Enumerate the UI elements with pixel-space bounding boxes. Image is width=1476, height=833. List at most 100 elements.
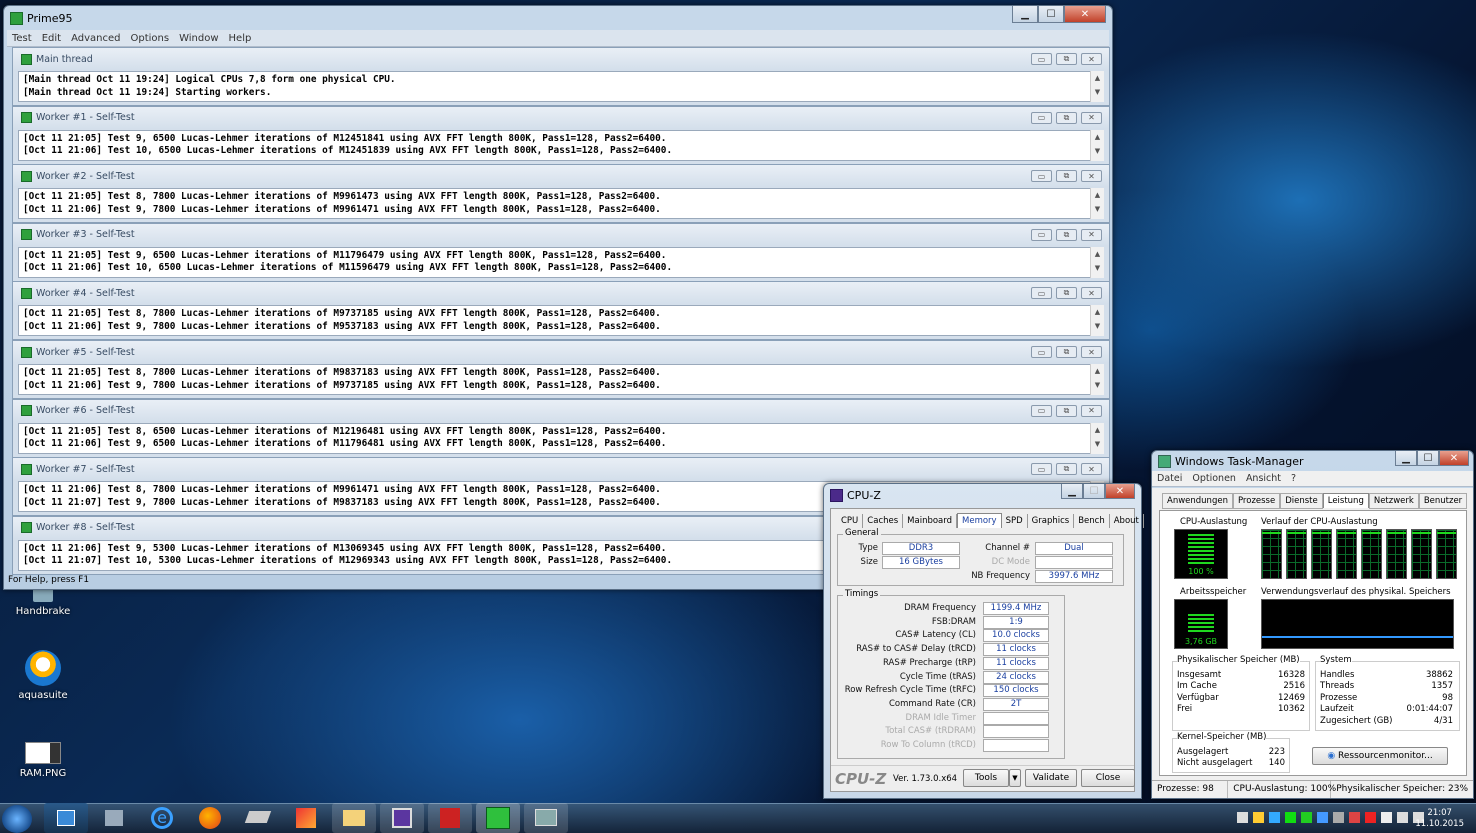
menu-ansicht[interactable]: Ansicht bbox=[1241, 473, 1286, 484]
tab-leistung[interactable]: Leistung bbox=[1322, 493, 1369, 508]
log-text[interactable]: [Oct 11 21:05] Test 8, 7800 Lucas-Lehmer… bbox=[18, 305, 1104, 337]
menu-help[interactable]: Help bbox=[224, 33, 257, 44]
log-text[interactable]: [Oct 11 21:05] Test 9, 6500 Lucas-Lehmer… bbox=[18, 129, 1104, 161]
menu-help[interactable]: ? bbox=[1286, 473, 1301, 484]
tray-icon[interactable] bbox=[1301, 812, 1312, 823]
scroll-down-icon[interactable]: ▼ bbox=[1091, 261, 1104, 275]
close-button[interactable]: ✕ bbox=[1081, 287, 1102, 300]
minimize-button[interactable]: ▁ bbox=[1395, 451, 1417, 466]
minimize-button[interactable]: ▭ bbox=[1031, 228, 1052, 241]
menu-window[interactable]: Window bbox=[174, 33, 223, 44]
scrollbar[interactable]: ▲▼ bbox=[1090, 188, 1104, 220]
scroll-up-icon[interactable]: ▲ bbox=[1091, 364, 1104, 378]
tab-memory[interactable]: Memory bbox=[957, 513, 1002, 528]
pane-titlebar[interactable]: Worker #1 - Self-Test bbox=[13, 106, 1109, 129]
tab-bench[interactable]: Bench bbox=[1074, 514, 1110, 528]
scrollbar[interactable]: ▲▼ bbox=[1090, 305, 1104, 337]
worker-pane[interactable]: Worker #6 - Self-Test ▭ ⧉ ✕ [Oct 11 21:05] T… bbox=[12, 398, 1110, 458]
restore-button[interactable]: ⧉ bbox=[1056, 170, 1077, 183]
worker-pane[interactable]: Worker #3 - Self-Test ▭ ⧉ ✕ [Oct 11 21:05] T… bbox=[12, 222, 1110, 282]
taskbar-app2-button[interactable] bbox=[284, 803, 328, 833]
restore-button[interactable]: ⧉ bbox=[1056, 53, 1077, 65]
menu-advanced[interactable]: Advanced bbox=[66, 33, 125, 44]
log-text[interactable]: [Oct 11 21:05] Test 8, 6500 Lucas-Lehmer… bbox=[18, 422, 1104, 454]
volume-icon[interactable] bbox=[1397, 812, 1408, 823]
close-button[interactable]: ✕ bbox=[1064, 6, 1106, 23]
scrollbar[interactable]: ▲▼ bbox=[1090, 71, 1104, 102]
restore-button[interactable]: ⧉ bbox=[1056, 346, 1077, 358]
flag-icon[interactable] bbox=[1381, 812, 1392, 823]
scroll-down-icon[interactable]: ▼ bbox=[1091, 202, 1104, 216]
start-button[interactable] bbox=[2, 805, 32, 833]
prime95-titlebar[interactable]: Prime95 bbox=[4, 6, 1112, 30]
main-thread-pane[interactable]: Main thread ▭ ⧉ ✕ [Main thread Oct 11 19:24]… bbox=[12, 47, 1110, 106]
tray-icon[interactable] bbox=[1237, 812, 1248, 823]
scrollbar[interactable]: ▲▼ bbox=[1090, 129, 1104, 161]
pane-titlebar[interactable]: Worker #6 - Self-Test bbox=[13, 399, 1109, 422]
close-button[interactable]: ✕ bbox=[1439, 451, 1469, 466]
desktop-icon-handbrake[interactable]: Handbrake bbox=[8, 588, 78, 617]
menu-datei[interactable]: Datei bbox=[1152, 473, 1187, 484]
minimize-button[interactable]: ▭ bbox=[1031, 170, 1052, 183]
scroll-up-icon[interactable]: ▲ bbox=[1091, 71, 1104, 85]
close-button[interactable]: ✕ bbox=[1081, 170, 1102, 183]
tray-icon[interactable] bbox=[1269, 812, 1280, 823]
tab-dienste[interactable]: Dienste bbox=[1280, 493, 1323, 509]
minimize-button[interactable]: ▭ bbox=[1031, 463, 1052, 476]
pane-titlebar[interactable]: Main thread bbox=[13, 48, 1109, 70]
minimize-button[interactable]: ▁ bbox=[1061, 484, 1083, 499]
tray-icon[interactable] bbox=[1317, 812, 1328, 823]
maximize-button[interactable]: ☐ bbox=[1417, 451, 1439, 466]
worker-pane[interactable]: Worker #1 - Self-Test ▭ ⧉ ✕ [Oct 11 21:05] T… bbox=[12, 105, 1110, 165]
log-text[interactable]: [Oct 11 21:05] Test 9, 6500 Lucas-Lehmer… bbox=[18, 246, 1104, 278]
tab-cpu[interactable]: CPU bbox=[837, 514, 864, 528]
tray-icon[interactable] bbox=[1349, 812, 1360, 823]
menu-options[interactable]: Options bbox=[125, 33, 174, 44]
scrollbar[interactable]: ▲▼ bbox=[1090, 246, 1104, 278]
tab-anwendungen[interactable]: Anwendungen bbox=[1162, 493, 1233, 509]
menu-test[interactable]: Test bbox=[7, 33, 37, 44]
maximize-button[interactable]: ☐ bbox=[1038, 6, 1064, 23]
scroll-up-icon[interactable]: ▲ bbox=[1091, 247, 1104, 261]
log-text[interactable]: [Oct 11 21:05] Test 8, 7800 Lucas-Lehmer… bbox=[18, 364, 1104, 395]
minimize-button[interactable]: ▭ bbox=[1031, 404, 1052, 417]
pane-titlebar[interactable]: Worker #5 - Self-Test bbox=[13, 341, 1109, 363]
desktop-icon-ram-png[interactable]: RAM.PNG bbox=[8, 742, 78, 779]
tab-graphics[interactable]: Graphics bbox=[1028, 514, 1075, 528]
tools-dropdown-button[interactable]: ▼ bbox=[1009, 769, 1021, 787]
tray-icon[interactable] bbox=[1285, 812, 1296, 823]
minimize-button[interactable]: ▁ bbox=[1012, 6, 1038, 23]
restore-button[interactable]: ⧉ bbox=[1056, 111, 1077, 124]
close-button[interactable]: ✕ bbox=[1105, 484, 1135, 499]
validate-button[interactable]: Validate bbox=[1025, 769, 1077, 787]
close-button[interactable]: ✕ bbox=[1081, 228, 1102, 241]
clock[interactable]: 21:07 11.10.2015 bbox=[1415, 808, 1464, 830]
scroll-down-icon[interactable]: ▼ bbox=[1091, 144, 1104, 158]
close-button[interactable]: ✕ bbox=[1081, 404, 1102, 417]
close-button[interactable]: ✕ bbox=[1081, 53, 1102, 65]
log-text[interactable]: [Main thread Oct 11 19:24] Logical CPUs … bbox=[18, 71, 1104, 102]
taskbar-app-button[interactable] bbox=[236, 803, 280, 833]
scroll-up-icon[interactable]: ▲ bbox=[1091, 423, 1104, 437]
close-button[interactable]: ✕ bbox=[1081, 463, 1102, 476]
worker-pane[interactable]: Worker #4 - Self-Test ▭ ⧉ ✕ [Oct 11 21:05] T… bbox=[12, 281, 1110, 341]
taskbar-app3-button[interactable] bbox=[428, 803, 472, 833]
close-app-button[interactable]: Close bbox=[1081, 769, 1135, 787]
tab-benutzer[interactable]: Benutzer bbox=[1418, 493, 1468, 509]
taskbar-prime95-button[interactable] bbox=[476, 803, 520, 833]
menu-edit[interactable]: Edit bbox=[37, 33, 66, 44]
worker-pane[interactable]: Worker #5 - Self-Test ▭ ⧉ ✕ [Oct 11 21:05] T… bbox=[12, 340, 1110, 399]
restore-button[interactable]: ⧉ bbox=[1056, 463, 1077, 476]
log-text[interactable]: [Oct 11 21:05] Test 8, 7800 Lucas-Lehmer… bbox=[18, 188, 1104, 220]
tab-about[interactable]: About bbox=[1110, 514, 1144, 528]
scrollbar[interactable]: ▲▼ bbox=[1090, 364, 1104, 395]
tab-caches[interactable]: Caches bbox=[863, 514, 904, 528]
scroll-down-icon[interactable]: ▼ bbox=[1091, 319, 1104, 333]
restore-button[interactable]: ⧉ bbox=[1056, 287, 1077, 300]
scroll-down-icon[interactable]: ▼ bbox=[1091, 85, 1104, 99]
taskbar-folder-button[interactable] bbox=[332, 803, 376, 833]
pane-titlebar[interactable]: Worker #3 - Self-Test bbox=[13, 223, 1109, 246]
tab-prozesse[interactable]: Prozesse bbox=[1232, 493, 1281, 509]
minimize-button[interactable]: ▭ bbox=[1031, 287, 1052, 300]
scroll-up-icon[interactable]: ▲ bbox=[1091, 188, 1104, 202]
